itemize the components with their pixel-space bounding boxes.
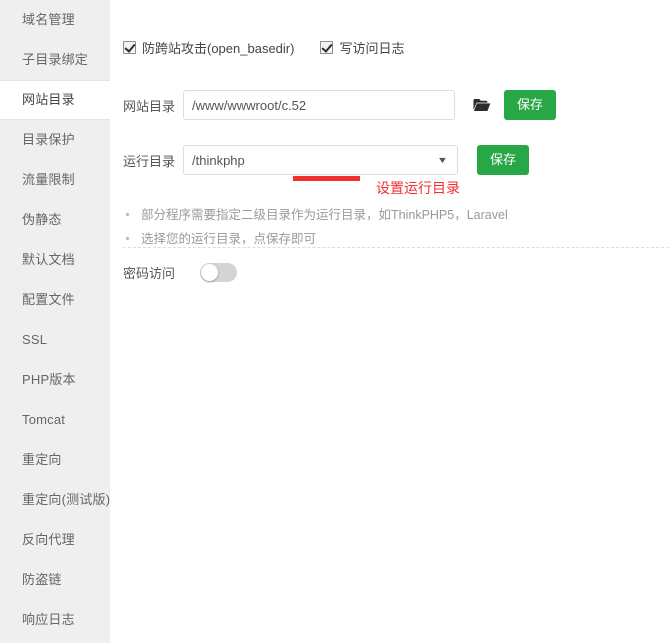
sidebar-item-directory-protection[interactable]: 目录保护 [0,120,110,160]
password-access-row: 密码访问 [123,263,237,282]
bullet-icon [126,237,129,240]
hint-text: 部分程序需要指定二级目录作为运行目录，如ThinkPHP5，Laravel [141,208,508,222]
checkbox-label: 防跨站攻击(open_basedir) [142,41,295,56]
checkmark-icon[interactable] [123,41,136,54]
sidebar-item-ssl[interactable]: SSL [0,320,110,360]
folder-icon[interactable] [473,98,491,112]
save-run-directory-button[interactable]: 保存 [477,145,530,175]
run-directory-label: 运行目录 [123,153,176,169]
password-access-toggle[interactable] [200,263,237,282]
save-site-directory-button[interactable]: 保存 [504,90,557,120]
sidebar-item-tomcat[interactable]: Tomcat [0,400,110,440]
section-divider [123,247,669,248]
annotation-text: 设置运行目录 [376,180,460,196]
sidebar-item-label: 重定向(测试版) [22,492,110,507]
settings-panel: 域名管理 子目录绑定 网站目录 目录保护 流量限制 伪静态 默认文档 配置文件 … [0,0,669,643]
sidebar-item-website-directory[interactable]: 网站目录 [0,80,110,120]
sidebar-item-redirect[interactable]: 重定向 [0,440,110,480]
sidebar-item-label: 反向代理 [22,532,75,547]
password-access-label: 密码访问 [123,266,176,281]
bullet-icon [126,213,129,216]
sidebar-item-label: 域名管理 [22,12,75,27]
sidebar-item-default-document[interactable]: 默认文档 [0,240,110,280]
sidebar-item-label: 网站目录 [22,92,75,107]
sidebar-item-label: 目录保护 [22,132,75,147]
sidebar-item-label: SSL [22,332,48,347]
sidebar-item-reverse-proxy[interactable]: 反向代理 [0,520,110,560]
run-directory-row: 运行目录 /thinkphp ▼ 保存 [123,145,530,175]
sidebar-nav: 域名管理 子目录绑定 网站目录 目录保护 流量限制 伪静态 默认文档 配置文件 … [0,0,110,643]
hint-item: 部分程序需要指定二级目录作为运行目录，如ThinkPHP5，Laravel [123,203,508,227]
checkmark-icon[interactable] [320,41,334,54]
site-directory-label: 网站目录 [123,98,176,114]
sidebar-item-label: 子目录绑定 [22,52,89,67]
sidebar-item-domain-management[interactable]: 域名管理 [0,0,110,40]
sidebar-item-config-file[interactable]: 配置文件 [0,280,110,320]
sidebar-item-label: Tomcat [22,412,66,427]
sidebar-item-label: 配置文件 [22,292,75,307]
sidebar-item-subdirectory-binding[interactable]: 子目录绑定 [0,40,110,80]
hint-list: 部分程序需要指定二级目录作为运行目录，如ThinkPHP5，Laravel 选择… [123,203,508,251]
toggle-knob [201,264,218,281]
options-checkbox-row: 防跨站攻击(open_basedir) 写访问日志 [123,38,430,57]
run-directory-select[interactable]: /thinkphp ▼ [183,145,458,175]
site-directory-row: 网站目录 保存 [123,90,557,120]
sidebar-item-label: 流量限制 [22,172,75,187]
site-directory-input[interactable] [183,90,455,120]
sidebar-item-rewrite[interactable]: 伪静态 [0,200,110,240]
sidebar-item-response-log[interactable]: 响应日志 [0,600,110,640]
sidebar-item-anti-leech[interactable]: 防盗链 [0,560,110,600]
sidebar-item-label: 防盗链 [22,572,62,587]
sidebar-item-label: 默认文档 [22,252,75,267]
sidebar-item-redirect-beta[interactable]: 重定向(测试版) [0,480,110,520]
main-content: 防跨站攻击(open_basedir) 写访问日志 网站目录 保存 运行目录 [110,0,669,643]
chevron-down-icon[interactable]: ▼ [437,155,448,165]
checkbox-anti-cross-site[interactable]: 防跨站攻击(open_basedir) [123,38,294,57]
sidebar-item-php-version[interactable]: PHP版本 [0,360,110,400]
run-directory-value: /thinkphp [192,152,245,168]
sidebar-item-label: 伪静态 [22,212,62,227]
checkbox-label: 写访问日志 [339,41,405,56]
checkbox-write-access-log[interactable]: 写访问日志 [320,38,404,57]
sidebar-item-label: 响应日志 [22,612,75,627]
sidebar-item-label: PHP版本 [22,372,76,387]
sidebar-item-traffic-limit[interactable]: 流量限制 [0,160,110,200]
sidebar-item-label: 重定向 [22,452,62,467]
annotation-underline [293,176,360,181]
